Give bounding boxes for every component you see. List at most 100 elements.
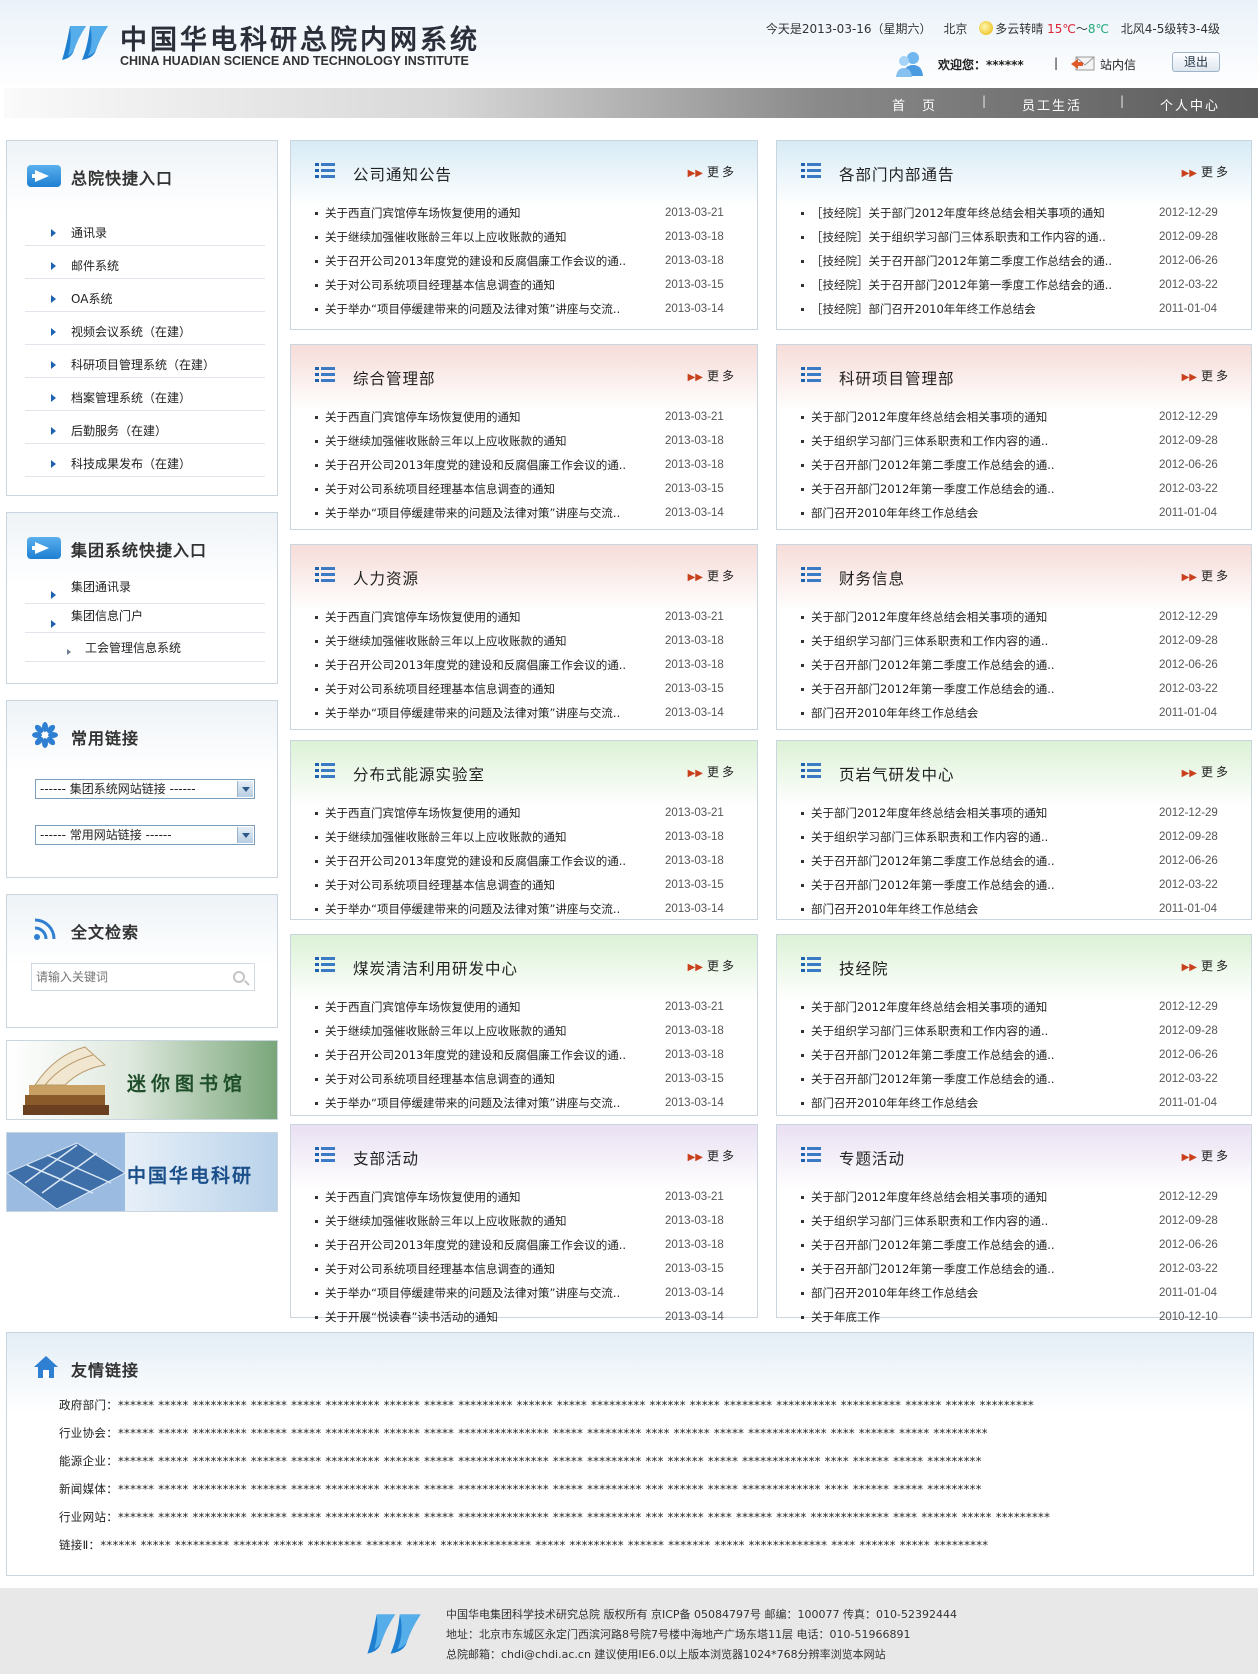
more-link[interactable]: ▶▶ 更多	[688, 1147, 737, 1164]
news-item[interactable]: 关于对公司系统项目经理基本信息调查的通知 2013-03-15	[315, 677, 735, 701]
news-item-title[interactable]: 关于召开部门2012年第一季度工作总结会的通..	[811, 873, 1149, 897]
news-item-title[interactable]: 关于召开部门2012年第一季度工作总结会的通..	[811, 677, 1149, 701]
sidebar-quick-link[interactable]: 邮件系统	[25, 246, 265, 279]
news-item[interactable]: 关于对公司系统项目经理基本信息调查的通知 2013-03-15	[315, 273, 735, 297]
news-item[interactable]: ［技经院］关于部门2012年度年终总结会相关事项的通知 2012-12-29	[801, 201, 1229, 225]
news-item[interactable]: 关于对公司系统项目经理基本信息调查的通知 2013-03-15	[315, 1067, 735, 1091]
news-item[interactable]: 关于西直门宾馆停车场恢复使用的通知 2013-03-21	[315, 405, 735, 429]
news-item-title[interactable]: 关于组织学习部门三体系职责和工作内容的通..	[811, 629, 1149, 653]
news-item[interactable]: 关于组织学习部门三体系职责和工作内容的通.. 2012-09-28	[801, 1209, 1229, 1233]
news-item[interactable]: 关于对公司系统项目经理基本信息调查的通知 2013-03-15	[315, 873, 735, 897]
friend-link-row[interactable]: 行业网站：****** ***** ********* ****** *****…	[59, 1509, 1050, 1525]
news-item-title[interactable]: 关于西直门宾馆停车场恢复使用的通知	[325, 995, 655, 1019]
news-item-title[interactable]: 关于继续加强催收账龄三年以上应收账款的通知	[325, 429, 655, 453]
news-item[interactable]: 关于举办“项目停缓建带来的问题及法律对策”讲座与交流.. 2013-03-14	[315, 701, 735, 725]
news-item[interactable]: 关于召开公司2013年度党的建设和反腐倡廉工作会议的通.. 2013-03-18	[315, 849, 735, 873]
news-item-title[interactable]: 关于召开公司2013年度党的建设和反腐倡廉工作会议的通..	[325, 1233, 655, 1257]
news-item[interactable]: 关于召开公司2013年度党的建设和反腐倡廉工作会议的通.. 2013-03-18	[315, 1233, 735, 1257]
news-item-title[interactable]: 关于西直门宾馆停车场恢复使用的通知	[325, 801, 655, 825]
news-item-title[interactable]: 关于开展“悦读春”读书活动的通知	[325, 1305, 655, 1329]
nav-home[interactable]: 首 页	[892, 95, 937, 114]
news-item-title[interactable]: 部门召开2010年年终工作总结会	[811, 897, 1149, 921]
logout-button[interactable]: 退出	[1172, 52, 1220, 72]
news-item-title[interactable]: 部门召开2010年年终工作总结会	[811, 701, 1149, 725]
news-item[interactable]: 关于部门2012年度年终总结会相关事项的通知 2012-12-29	[801, 801, 1229, 825]
more-link[interactable]: ▶▶ 更多	[1182, 163, 1231, 180]
sidebar-quick-link[interactable]: 科技成果发布（在建）	[25, 444, 265, 477]
news-item-title[interactable]: 关于举办“项目停缓建带来的问题及法律对策”讲座与交流..	[325, 701, 655, 725]
news-item-title[interactable]: 关于召开公司2013年度党的建设和反腐倡廉工作会议的通..	[325, 1043, 655, 1067]
news-item-title[interactable]: 关于继续加强催收账龄三年以上应收账款的通知	[325, 225, 655, 249]
news-item[interactable]: ［技经院］关于召开部门2012年第一季度工作总结会的通.. 2012-03-22	[801, 273, 1229, 297]
news-item[interactable]: 关于继续加强催收账龄三年以上应收账款的通知 2013-03-18	[315, 825, 735, 849]
common-sites-select[interactable]: ------ 常用网站链接 ------	[35, 825, 255, 845]
news-item-title[interactable]: 关于西直门宾馆停车场恢复使用的通知	[325, 405, 655, 429]
sidebar-quick-link[interactable]: 视频会议系统（在建）	[25, 312, 265, 345]
news-item-title[interactable]: 关于召开部门2012年第二季度工作总结会的通..	[811, 453, 1149, 477]
news-item[interactable]: 关于继续加强催收账龄三年以上应收账款的通知 2013-03-18	[315, 1209, 735, 1233]
news-item[interactable]: 关于举办“项目停缓建带来的问题及法律对策”讲座与交流.. 2013-03-14	[315, 297, 735, 321]
news-item[interactable]: 部门召开2010年年终工作总结会 2011-01-04	[801, 701, 1229, 725]
news-item[interactable]: 关于组织学习部门三体系职责和工作内容的通.. 2012-09-28	[801, 1019, 1229, 1043]
sidebar-quick-link[interactable]: 后勤服务（在建）	[25, 411, 265, 444]
nav-personal-center[interactable]: 个人中心	[1160, 95, 1220, 114]
news-item-title[interactable]: 关于召开部门2012年第二季度工作总结会的通..	[811, 849, 1149, 873]
news-item[interactable]: 关于对公司系统项目经理基本信息调查的通知 2013-03-15	[315, 1257, 735, 1281]
news-item[interactable]: 关于西直门宾馆停车场恢复使用的通知 2013-03-21	[315, 995, 735, 1019]
news-item[interactable]: ［技经院］部门召开2010年年终工作总结会 2011-01-04	[801, 297, 1229, 321]
news-item[interactable]: 关于召开部门2012年第一季度工作总结会的通.. 2012-03-22	[801, 873, 1229, 897]
news-item[interactable]: 关于举办“项目停缓建带来的问题及法律对策”讲座与交流.. 2013-03-14	[315, 897, 735, 921]
news-item-title[interactable]: ［技经院］部门召开2010年年终工作总结会	[811, 297, 1149, 321]
more-link[interactable]: ▶▶ 更多	[688, 763, 737, 780]
news-item[interactable]: 关于召开公司2013年度党的建设和反腐倡廉工作会议的通.. 2013-03-18	[315, 653, 735, 677]
news-item-title[interactable]: 关于举办“项目停缓建带来的问题及法律对策”讲座与交流..	[325, 501, 655, 525]
news-item[interactable]: 关于召开部门2012年第一季度工作总结会的通.. 2012-03-22	[801, 477, 1229, 501]
news-item[interactable]: 关于召开部门2012年第二季度工作总结会的通.. 2012-06-26	[801, 653, 1229, 677]
news-item-title[interactable]: 关于召开公司2013年度党的建设和反腐倡廉工作会议的通..	[325, 849, 655, 873]
news-item-title[interactable]: 关于西直门宾馆停车场恢复使用的通知	[325, 201, 655, 225]
news-item-title[interactable]: 关于部门2012年度年终总结会相关事项的通知	[811, 405, 1149, 429]
news-item[interactable]: 关于召开部门2012年第一季度工作总结会的通.. 2012-03-22	[801, 677, 1229, 701]
news-item[interactable]: ［技经院］关于组织学习部门三体系职责和工作内容的通.. 2012-09-28	[801, 225, 1229, 249]
more-link[interactable]: ▶▶ 更多	[1182, 567, 1231, 584]
news-item[interactable]: 关于西直门宾馆停车场恢复使用的通知 2013-03-21	[315, 605, 735, 629]
news-item-title[interactable]: 关于对公司系统项目经理基本信息调查的通知	[325, 273, 655, 297]
sidebar-quick-link[interactable]: OA系统	[25, 279, 265, 312]
news-item[interactable]: ［技经院］关于召开部门2012年第二季度工作总结会的通.. 2012-06-26	[801, 249, 1229, 273]
news-item[interactable]: 关于部门2012年度年终总结会相关事项的通知 2012-12-29	[801, 405, 1229, 429]
news-item-title[interactable]: 关于召开公司2013年度党的建设和反腐倡廉工作会议的通..	[325, 653, 655, 677]
news-item[interactable]: 关于年底工作 2010-12-10	[801, 1305, 1229, 1329]
news-item[interactable]: 关于举办“项目停缓建带来的问题及法律对策”讲座与交流.. 2013-03-14	[315, 501, 735, 525]
news-item-title[interactable]: 关于对公司系统项目经理基本信息调查的通知	[325, 677, 655, 701]
search-icon[interactable]	[233, 971, 245, 983]
news-item-title[interactable]: 关于西直门宾馆停车场恢复使用的通知	[325, 1185, 655, 1209]
news-item-title[interactable]: 关于对公司系统项目经理基本信息调查的通知	[325, 1257, 655, 1281]
group-sites-select[interactable]: ------ 集团系统网站链接 ------	[35, 779, 255, 799]
news-item-title[interactable]: ［技经院］关于部门2012年度年终总结会相关事项的通知	[811, 201, 1149, 225]
news-item[interactable]: 关于继续加强催收账龄三年以上应收账款的通知 2013-03-18	[315, 1019, 735, 1043]
sidebar-quick-link[interactable]: 通讯录	[25, 213, 265, 246]
news-item-title[interactable]: ［技经院］关于组织学习部门三体系职责和工作内容的通..	[811, 225, 1149, 249]
news-item[interactable]: 关于西直门宾馆停车场恢复使用的通知 2013-03-21	[315, 801, 735, 825]
news-item-title[interactable]: 关于召开公司2013年度党的建设和反腐倡廉工作会议的通..	[325, 249, 655, 273]
more-link[interactable]: ▶▶ 更多	[1182, 1147, 1231, 1164]
news-item-title[interactable]: 关于组织学习部门三体系职责和工作内容的通..	[811, 1019, 1149, 1043]
news-item[interactable]: 部门召开2010年年终工作总结会 2011-01-04	[801, 501, 1229, 525]
news-item[interactable]: 关于西直门宾馆停车场恢复使用的通知 2013-03-21	[315, 1185, 735, 1209]
news-item[interactable]: 关于组织学习部门三体系职责和工作内容的通.. 2012-09-28	[801, 629, 1229, 653]
news-item-title[interactable]: 部门召开2010年年终工作总结会	[811, 1091, 1149, 1115]
news-item[interactable]: 关于召开部门2012年第二季度工作总结会的通.. 2012-06-26	[801, 849, 1229, 873]
sidebar-quick-link[interactable]: 档案管理系统（在建）	[25, 378, 265, 411]
site-mail-link[interactable]: 站内信	[1100, 56, 1136, 73]
news-item-title[interactable]: ［技经院］关于召开部门2012年第二季度工作总结会的通..	[811, 249, 1149, 273]
news-item-title[interactable]: 关于对公司系统项目经理基本信息调查的通知	[325, 1067, 655, 1091]
news-item-title[interactable]: 关于组织学习部门三体系职责和工作内容的通..	[811, 429, 1149, 453]
news-item[interactable]: 关于部门2012年度年终总结会相关事项的通知 2012-12-29	[801, 605, 1229, 629]
news-item[interactable]: 关于组织学习部门三体系职责和工作内容的通.. 2012-09-28	[801, 429, 1229, 453]
more-link[interactable]: ▶▶ 更多	[1182, 763, 1231, 780]
news-item-title[interactable]: 关于部门2012年度年终总结会相关事项的通知	[811, 1185, 1149, 1209]
news-item[interactable]: 部门召开2010年年终工作总结会 2011-01-04	[801, 897, 1229, 921]
news-item-title[interactable]: 关于对公司系统项目经理基本信息调查的通知	[325, 477, 655, 501]
huadian-research-banner[interactable]: 中国华电科研	[6, 1132, 278, 1212]
news-item-title[interactable]: 关于组织学习部门三体系职责和工作内容的通..	[811, 825, 1149, 849]
